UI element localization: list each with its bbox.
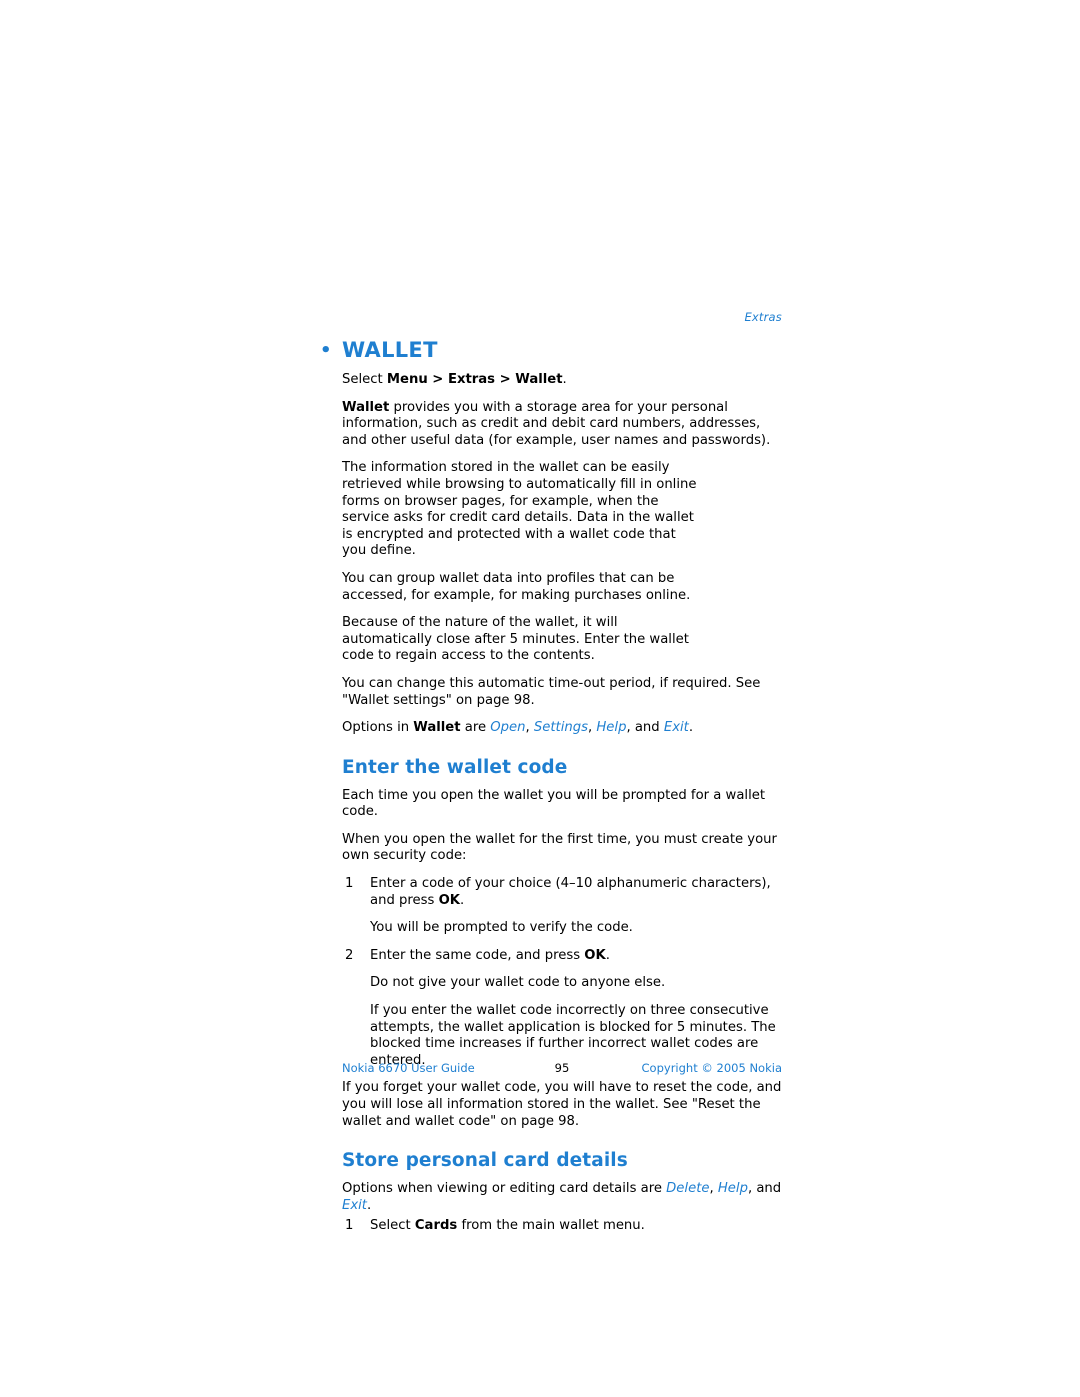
options-end: . — [688, 720, 694, 736]
options-and: , and — [626, 720, 664, 736]
step-substep-verify: You will be prompted to verify the code. — [370, 920, 633, 936]
step-number: 2 — [345, 947, 354, 963]
steps-list-enter-code-2: 2 Enter the same code, and press OK. — [342, 948, 782, 965]
select-path: Select Menu > Extras > Wallet. — [342, 372, 782, 389]
step-substep-no-share: Do not give your wallet code to anyone e… — [370, 975, 666, 991]
step-text-after: from the main wallet menu. — [457, 1218, 645, 1234]
step-text-before: Select — [370, 1218, 415, 1234]
options-prefix: Options in — [342, 720, 414, 736]
step-text-after: . — [605, 947, 610, 963]
step-number: 1 — [345, 1218, 354, 1234]
paragraph-each-time: Each time you open the wallet you will b… — [342, 787, 766, 820]
step-number: 1 — [345, 876, 354, 892]
page-title-text: WALLET — [342, 338, 438, 362]
document-page: Extras • WALLET Select Menu > Extras > Wa… — [0, 0, 1080, 1397]
option-delete: Delete — [666, 1181, 710, 1197]
heading-store-card-details: Store personal card details — [342, 1150, 628, 1172]
step-text-before: Enter a code of your choice (4–10 alphan… — [370, 876, 771, 908]
paragraph-info-stored: The information stored in the wallet can… — [342, 460, 697, 559]
heading-enter-wallet-code: Enter the wallet code — [342, 756, 568, 778]
step-bold: OK — [584, 947, 606, 963]
step-text-after: . — [460, 892, 465, 908]
paragraph-first-time: When you open the wallet for the first t… — [342, 831, 777, 864]
option-open: Open — [490, 720, 526, 736]
list-item: 1 Select Cards from the main wallet menu. — [342, 1218, 782, 1235]
paragraph-timeout: You can change this automatic time-out p… — [342, 675, 761, 708]
option-help: Help — [596, 720, 627, 736]
step-text-before: Enter the same code, and press — [370, 947, 585, 963]
options-mid: are — [460, 720, 491, 736]
paragraph-options-wallet: Options in Wallet are Open, Settings, He… — [342, 720, 694, 736]
option-help-card: Help — [717, 1181, 748, 1197]
steps-list-enter-code: 1 Enter a code of your choice (4–10 alpha… — [342, 876, 782, 909]
step-bold: Cards — [414, 1218, 458, 1234]
select-path-prefix: Select — [342, 372, 387, 387]
bullet-icon: • — [320, 340, 332, 361]
paragraph-auto-close: Because of the nature of the wallet, it … — [342, 615, 689, 664]
wallet-bold: Wallet — [342, 399, 390, 415]
running-head: Extras — [744, 310, 782, 324]
card-options-prefix: Options when viewing or editing card det… — [342, 1181, 667, 1197]
options-wallet-bold: Wallet — [413, 720, 461, 736]
select-path-suffix: . — [562, 372, 567, 387]
list-item: 2 Enter the same code, and press OK. — [342, 948, 782, 965]
step-bold: OK — [438, 892, 460, 908]
paragraph-incorrect-code: If you enter the wallet code incorrectly… — [370, 1003, 776, 1068]
card-options-and: , and — [747, 1181, 782, 1197]
steps-list-store-card: 1 Select Cards from the main wallet menu. — [342, 1218, 782, 1235]
option-settings: Settings — [533, 720, 588, 736]
select-path-bold: Menu > Extras > Wallet — [386, 372, 563, 387]
page-content: • WALLET Select Menu > Extras > Wallet. W… — [320, 338, 782, 1246]
page-title: • WALLET — [320, 338, 782, 362]
option-exit: Exit — [663, 720, 689, 736]
paragraph-forget-code: If you forget your wallet code, you will… — [342, 1080, 782, 1129]
paragraph-wallet-intro: Wallet provides you with a storage area … — [342, 400, 782, 450]
wallet-intro-text: provides you with a storage area for you… — [342, 399, 771, 448]
option-exit-card: Exit — [342, 1197, 367, 1213]
paragraph-options-card: Options when viewing or editing card det… — [342, 1181, 782, 1213]
footer-copyright: Copyright © 2005 Nokia — [641, 1061, 782, 1075]
list-item: 1 Enter a code of your choice (4–10 alpha… — [342, 876, 782, 909]
card-options-end: . — [366, 1197, 372, 1213]
paragraph-group-profiles: You can group wallet data into profiles … — [342, 570, 691, 603]
